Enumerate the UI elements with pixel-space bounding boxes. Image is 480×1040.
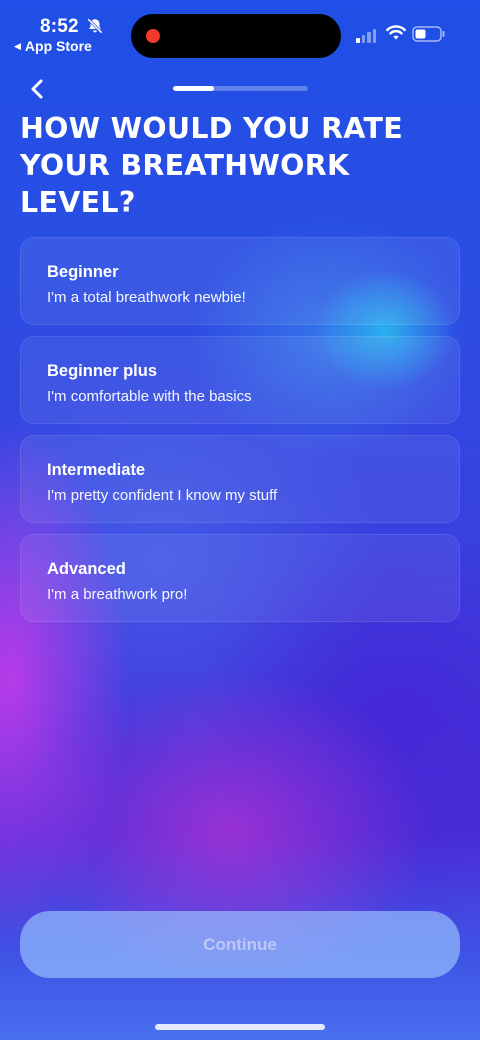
signal-bar (356, 38, 360, 43)
signal-bar (372, 29, 376, 43)
back-button[interactable] (24, 76, 50, 102)
option-title: Intermediate (47, 461, 146, 479)
option-intermediate[interactable]: Intermediate I'm pretty confident I know… (20, 435, 460, 523)
onboarding-screen: 8:52 ◀ App Store HOW WOULD YOU RATE YOUR… (0, 0, 480, 1040)
cellular-signal-icon (356, 27, 376, 43)
dynamic-island (131, 14, 341, 58)
option-advanced[interactable]: Advanced I'm a breathwork pro! (20, 534, 460, 622)
option-description: I'm a total breathwork newbie! (47, 289, 246, 306)
back-app-label: App Store (24, 38, 92, 54)
progress-fill (173, 86, 214, 91)
bell-slash-icon (87, 18, 103, 34)
home-indicator[interactable] (155, 1024, 325, 1030)
page-title: HOW WOULD YOU RATE YOUR BREATHWORK LEVEL… (20, 112, 403, 219)
option-title: Beginner (47, 263, 119, 281)
chevron-left-icon (31, 79, 43, 99)
status-bar: 8:52 ◀ App Store (0, 0, 480, 60)
onboarding-progress-bar (173, 86, 308, 91)
option-beginner[interactable]: Beginner I'm a total breathwork newbie! (20, 237, 460, 325)
option-title: Beginner plus (47, 362, 158, 380)
option-title: Advanced (47, 560, 126, 578)
back-triangle-icon: ◀ (14, 40, 21, 51)
battery-icon (412, 26, 445, 42)
option-description: I'm comfortable with the basics (47, 388, 252, 405)
option-description: I'm pretty confident I know my stuff (47, 487, 278, 504)
signal-bar (367, 32, 371, 43)
recording-indicator-icon (146, 29, 160, 43)
level-options-list: Beginner I'm a total breathwork newbie! … (20, 237, 460, 633)
option-beginner-plus[interactable]: Beginner plus I'm comfortable with the b… (20, 336, 460, 424)
signal-bar (361, 35, 365, 43)
continue-button[interactable]: Continue (20, 911, 460, 978)
status-time: 8:52 (40, 16, 79, 37)
option-description: I'm a breathwork pro! (47, 586, 188, 603)
wifi-icon (386, 25, 406, 40)
back-to-app-store-link[interactable]: ◀ App Store (14, 38, 92, 54)
